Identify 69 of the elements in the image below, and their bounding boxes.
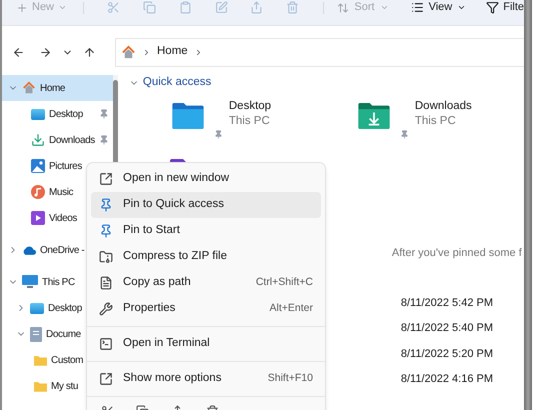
- pin-icon: [99, 224, 113, 238]
- pin-icon: [99, 198, 113, 212]
- sidebar-item[interactable]: Desktop: [2, 101, 113, 127]
- sidebar-item[interactable]: Home: [2, 75, 113, 101]
- empty-message: After you've pinned some f: [392, 246, 523, 261]
- music-note-icon: [31, 185, 45, 199]
- desktop-icon: [31, 108, 45, 120]
- shortcut-label: Alt+Enter: [270, 301, 313, 316]
- forward-button[interactable]: [39, 46, 52, 58]
- folder-name: Downloads: [414, 99, 472, 114]
- date-modified: 8/11/2022 5:20 PM: [400, 346, 494, 362]
- zip-folder-icon: [99, 250, 113, 264]
- sidebar-item-label: Music: [49, 186, 74, 200]
- download-arrow-icon: [31, 133, 45, 147]
- filter-icon: [486, 1, 500, 14]
- menu-item[interactable]: Pin to Quick access: [91, 192, 321, 218]
- sidebar-item-label: Desktop: [49, 108, 83, 122]
- sidebar-item-label: Home: [40, 82, 66, 96]
- house-icon: [121, 44, 136, 60]
- folder-tile[interactable]: Downloads This PC: [356, 99, 539, 139]
- folder-icon: [34, 380, 47, 392]
- folder-icon: [170, 103, 206, 129]
- plus-icon: [16, 2, 28, 14]
- breadcrumb[interactable]: Home: [157, 43, 188, 61]
- folder-location: This PC: [228, 114, 271, 129]
- folder-icon: [356, 103, 392, 129]
- new-window-icon: [99, 172, 113, 186]
- list-icon: [410, 1, 424, 14]
- more-options-icon: [99, 372, 113, 386]
- sidebar-item-label: Downloads: [49, 134, 95, 148]
- section-title[interactable]: Quick access: [142, 74, 212, 92]
- sidebar-item-label: My stu: [51, 380, 78, 394]
- monitor-icon: [22, 275, 38, 289]
- house-icon: [22, 81, 36, 95]
- desktop-icon: [30, 302, 44, 314]
- sidebar-item-label: This PC: [42, 276, 75, 290]
- wrench-icon: [99, 302, 113, 316]
- path-icon: [99, 276, 113, 290]
- date-modified: 8/11/2022 5:42 PM: [400, 296, 494, 310]
- sidebar-item[interactable]: Downloads: [2, 127, 113, 153]
- filter-button[interactable]: Filte: [486, 0, 524, 16]
- breadcrumb-separator-icon: [142, 48, 151, 56]
- date-modified: 8/11/2022 5:40 PM: [400, 321, 494, 336]
- sidebar-item-label: OneDrive -: [40, 244, 84, 258]
- folder-tile[interactable]: Desktop This PC: [170, 99, 356, 139]
- date-modified: 8/11/2022 4:16 PM: [400, 372, 494, 387]
- shortcut-label: Shift+F10: [268, 371, 313, 386]
- folder-name: Desktop: [228, 99, 272, 114]
- sidebar-item-label: Pictures: [49, 160, 82, 174]
- caret-icon: [380, 3, 389, 12]
- sort-arrows-icon: [337, 2, 350, 14]
- video-icon: [31, 211, 45, 225]
- address-bar[interactable]: Home: [115, 38, 524, 66]
- caret-icon: [58, 3, 68, 12]
- folder-icon: [34, 354, 47, 366]
- view-button[interactable]: View: [410, 0, 466, 16]
- document-icon: [30, 326, 42, 342]
- sidebar-item-label: Docume: [46, 328, 81, 342]
- caret-icon: [457, 3, 466, 12]
- sidebar-item-label: Custom: [51, 354, 84, 368]
- up-button[interactable]: [83, 46, 96, 58]
- sidebar-item-label: Videos: [49, 212, 77, 226]
- back-button[interactable]: [12, 46, 25, 58]
- terminal-icon: [99, 337, 113, 351]
- shortcut-label: Ctrl+Shift+C: [256, 275, 313, 290]
- folder-location: This PC: [414, 114, 457, 129]
- cloud-icon: [22, 245, 36, 255]
- sidebar-item-label: Desktop: [48, 302, 82, 316]
- picture-icon: [31, 159, 45, 173]
